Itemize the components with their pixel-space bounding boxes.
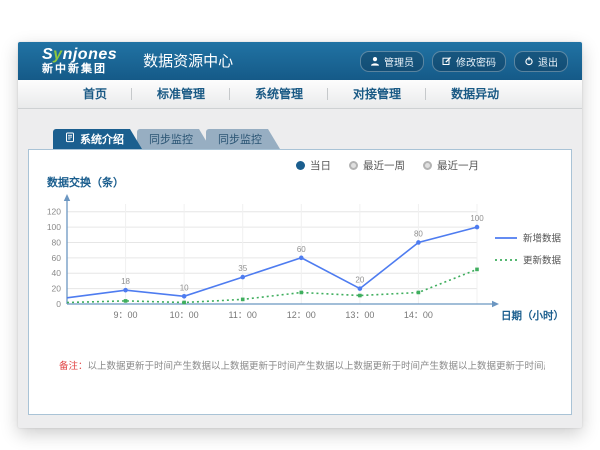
nav-item-integration-mgmt[interactable]: 对接管理 bbox=[328, 80, 426, 108]
company-name: 新中新集团 bbox=[42, 64, 117, 76]
nav-item-system-mgmt[interactable]: 系统管理 bbox=[230, 80, 328, 108]
line-chart: 0 20 40 60 80 100 120 9：00 10：00 11：00 12：00 13：00 1… bbox=[37, 192, 571, 334]
edit-icon bbox=[442, 56, 452, 66]
filter-last-week[interactable]: 最近一周 bbox=[349, 158, 405, 173]
svg-text:11：00: 11：00 bbox=[229, 310, 257, 320]
svg-text:80: 80 bbox=[52, 237, 62, 247]
nav-item-standard-mgmt[interactable]: 标准管理 bbox=[132, 80, 230, 108]
filter-label: 最近一月 bbox=[437, 158, 479, 173]
content-panel: 当日 最近一周 最近一月 数据交换（条） 0 20 40 60 80 100 120 9：00… bbox=[28, 149, 572, 415]
tab-sync-monitor-2[interactable]: 同步监控 bbox=[206, 129, 280, 149]
note-prefix: 备注： bbox=[59, 361, 88, 372]
brand-logo: Synjones 新中新集团 bbox=[42, 47, 117, 75]
tab-system-intro[interactable]: 系统介绍 bbox=[53, 129, 142, 149]
radio-selected-icon bbox=[296, 161, 305, 170]
nav-item-data-change[interactable]: 数据异动 bbox=[426, 80, 524, 108]
svg-text:14：00: 14：00 bbox=[404, 310, 433, 320]
svg-text:9：00: 9：00 bbox=[114, 310, 138, 320]
main-nav: 首页 标准管理 系统管理 对接管理 数据异动 bbox=[18, 80, 582, 109]
nav-item-home[interactable]: 首页 bbox=[58, 80, 132, 108]
svg-text:10：00: 10：00 bbox=[170, 310, 199, 320]
svg-text:10: 10 bbox=[180, 283, 189, 292]
svg-text:新增数据: 新增数据 bbox=[523, 233, 562, 245]
filter-label: 最近一周 bbox=[363, 158, 405, 173]
document-icon bbox=[65, 132, 75, 146]
svg-text:13：00: 13：00 bbox=[345, 310, 374, 320]
user-icon bbox=[370, 56, 380, 66]
filter-last-month[interactable]: 最近一月 bbox=[423, 158, 479, 173]
svg-text:100: 100 bbox=[47, 222, 61, 232]
tab-label: 系统介绍 bbox=[80, 131, 124, 147]
footer-note: 备注：以上数据更新于时间产生数据以上数据更新于时间产生数据以上数据更新于时间产生… bbox=[59, 358, 545, 372]
tab-bar: 系统介绍 同步监控 同步监控 bbox=[53, 129, 582, 149]
y-axis-label: 数据交换（条） bbox=[47, 174, 124, 190]
svg-text:40: 40 bbox=[52, 268, 62, 278]
brand-name: Synjones bbox=[42, 47, 117, 64]
filter-today[interactable]: 当日 bbox=[296, 158, 331, 173]
admin-user-button[interactable]: 管理员 bbox=[360, 51, 424, 72]
app-window: Synjones 新中新集团 数据资源中心 管理员 修改密码 退出 首页 标准管… bbox=[18, 42, 582, 428]
user-menu: 管理员 修改密码 退出 bbox=[360, 51, 568, 72]
change-password-button[interactable]: 修改密码 bbox=[432, 51, 506, 72]
logout-button[interactable]: 退出 bbox=[514, 51, 568, 72]
radio-unselected-icon bbox=[349, 161, 358, 170]
logout-label: 退出 bbox=[538, 54, 558, 69]
svg-text:12：00: 12：00 bbox=[287, 310, 316, 320]
svg-text:20: 20 bbox=[355, 276, 364, 285]
user-label: 管理员 bbox=[384, 54, 414, 69]
tab-sync-monitor-1[interactable]: 同步监控 bbox=[137, 129, 211, 149]
svg-text:60: 60 bbox=[297, 245, 306, 254]
svg-text:20: 20 bbox=[52, 284, 62, 294]
tab-label: 同步监控 bbox=[149, 131, 193, 147]
radio-unselected-icon bbox=[423, 161, 432, 170]
note-text: 以上数据更新于时间产生数据以上数据更新于时间产生数据以上数据更新于时间产生数据以… bbox=[88, 361, 545, 372]
app-header: Synjones 新中新集团 数据资源中心 管理员 修改密码 退出 bbox=[18, 42, 582, 80]
svg-text:日期（小时）: 日期（小时） bbox=[501, 309, 564, 322]
svg-text:100: 100 bbox=[470, 214, 484, 223]
filter-label: 当日 bbox=[310, 158, 331, 173]
svg-text:60: 60 bbox=[52, 253, 62, 263]
svg-text:更新数据: 更新数据 bbox=[523, 255, 562, 267]
svg-text:80: 80 bbox=[414, 229, 423, 238]
change-password-label: 修改密码 bbox=[456, 54, 496, 69]
svg-text:120: 120 bbox=[47, 207, 61, 217]
power-icon bbox=[524, 56, 534, 66]
svg-text:18: 18 bbox=[121, 277, 130, 286]
svg-text:35: 35 bbox=[238, 264, 247, 273]
svg-text:0: 0 bbox=[56, 299, 61, 309]
page-title: 数据资源中心 bbox=[143, 50, 233, 73]
time-range-filters: 当日 最近一周 最近一月 bbox=[296, 158, 479, 173]
tab-label: 同步监控 bbox=[218, 131, 262, 147]
